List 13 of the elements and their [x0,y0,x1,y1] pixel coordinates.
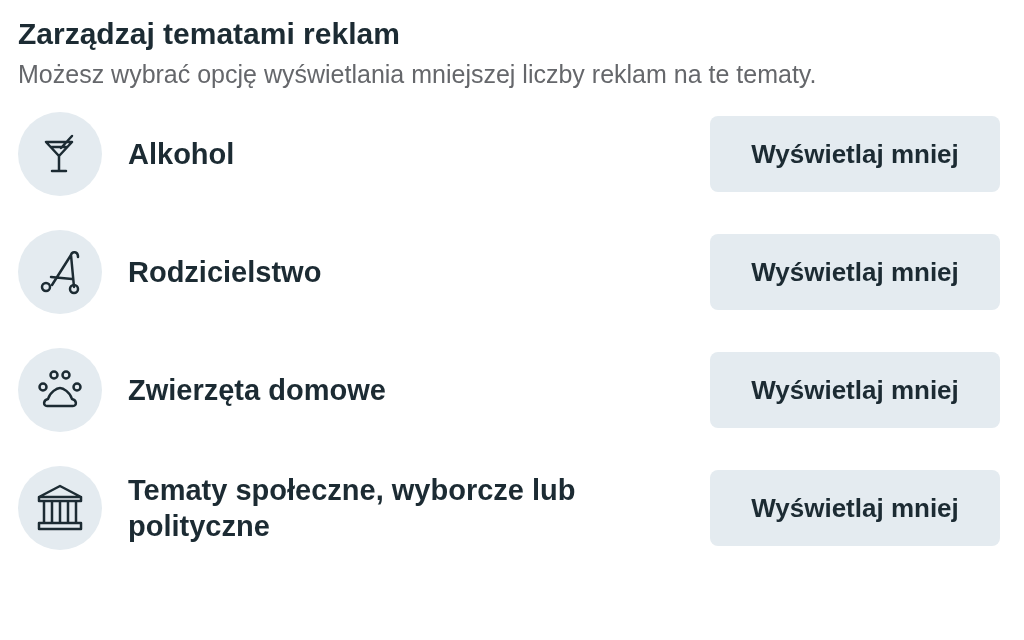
paw-icon [37,370,83,410]
show-less-button[interactable]: Wyświetlaj mniej [710,470,1000,546]
building-icon [36,483,84,533]
show-less-button[interactable]: Wyświetlaj mniej [710,116,1000,192]
topic-label: Zwierzęta domowe [128,373,387,408]
show-less-button[interactable]: Wyświetlaj mniej [710,234,1000,310]
topic-label: Alkohol [128,137,236,172]
show-less-button[interactable]: Wyświetlaj mniej [710,352,1000,428]
topic-label: Tematy społeczne, wyborcze lub polityczne [128,473,577,544]
stroller-icon [38,249,82,295]
section-description: Możesz wybrać opcję wyświetlania mniejszej liczby reklam na te tematy. [18,59,818,90]
topic-label: Rodzicielstwo [128,255,323,290]
section-title: Zarządzaj tematami reklam [18,16,401,52]
